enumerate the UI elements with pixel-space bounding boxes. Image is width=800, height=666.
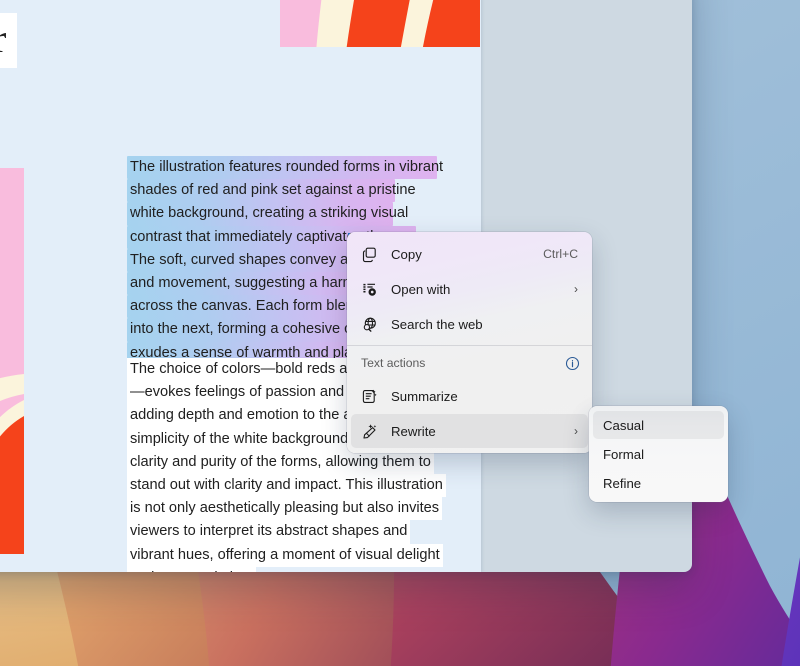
submenu-label: Casual — [603, 418, 644, 433]
submenu-label: Refine — [603, 476, 641, 491]
section-label: Text actions — [361, 356, 565, 370]
context-menu-label: Rewrite — [391, 424, 566, 439]
paragraph-line: is not only aesthetically pleasing but a… — [127, 497, 442, 520]
chevron-right-icon: › — [574, 282, 578, 296]
illustration-left-shapes — [0, 168, 24, 554]
summarize-icon — [359, 386, 379, 406]
illustration-top — [280, 0, 480, 47]
paragraph-line: clarity and purity of the forms, allowin… — [127, 451, 434, 474]
submenu-item-casual[interactable]: Casual — [593, 411, 724, 439]
info-icon[interactable] — [565, 356, 580, 371]
paragraph-line: stand out with clarity and impact. This … — [127, 474, 446, 497]
rewrite-icon — [359, 421, 379, 441]
document-title: n Color — [0, 13, 17, 68]
paragraph-line: and contemplation. — [127, 567, 256, 572]
paragraph-line: white background, creating a striking vi… — [127, 202, 393, 225]
illustration-top-shapes — [280, 0, 480, 47]
context-menu-item-rewrite[interactable]: Rewrite › — [351, 414, 588, 448]
menu-divider — [347, 345, 592, 346]
context-menu-item-summarize[interactable]: Summarize — [351, 379, 588, 413]
copy-icon — [359, 244, 379, 264]
paragraph-line: shades of red and pink set against a pri… — [127, 179, 395, 202]
open-with-icon — [359, 279, 379, 299]
context-menu-item-open-with[interactable]: Open with › — [351, 272, 588, 306]
context-menu-item-search-the-web[interactable]: Search the web — [351, 307, 588, 341]
submenu-item-refine[interactable]: Refine — [593, 469, 724, 497]
context-menu-label: Open with — [391, 282, 566, 297]
submenu-label: Formal — [603, 447, 644, 462]
context-menu-label: Search the web — [391, 317, 578, 332]
submenu-item-formal[interactable]: Formal — [593, 440, 724, 468]
paragraph-line: vibrant hues, offering a moment of visua… — [127, 544, 443, 567]
context-menu-item-copy[interactable]: Copy Ctrl+C — [351, 237, 588, 271]
chevron-right-icon: › — [574, 424, 578, 438]
paragraph-line: viewers to interpret its abstract shapes… — [127, 520, 410, 543]
context-menu-section-text-actions: Text actions — [347, 348, 592, 378]
screen: n Color The illustration features rounde… — [0, 0, 800, 666]
paragraph-line: The illustration features rounded forms … — [127, 156, 437, 179]
context-menu-label: Copy — [391, 247, 535, 262]
rewrite-submenu[interactable]: Casual Formal Refine — [589, 406, 728, 502]
illustration-left — [0, 168, 24, 554]
globe-search-icon — [359, 314, 379, 334]
context-menu-accelerator: Ctrl+C — [543, 247, 578, 261]
context-menu[interactable]: Copy Ctrl+C Open with › — [347, 232, 592, 453]
context-menu-label: Summarize — [391, 389, 578, 404]
